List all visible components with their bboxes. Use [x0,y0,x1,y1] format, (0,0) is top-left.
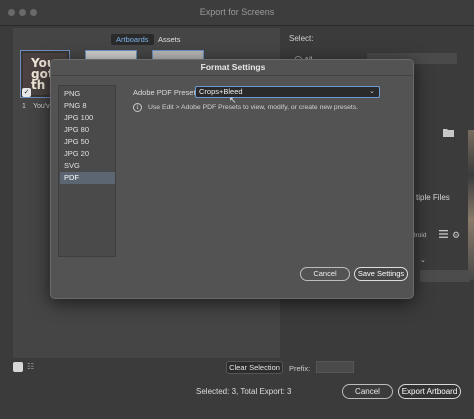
clear-selection-button[interactable]: Clear Selection [226,361,283,374]
info-icon: i [133,103,142,112]
android-label: droid [412,232,427,239]
select-label: Select: [289,34,314,43]
format-item-png8[interactable]: PNG 8 [60,100,115,112]
pdf-preset-label: Adobe PDF Preset: [133,88,198,97]
chevron-down-icon: ⌄ [369,88,375,95]
tab-artboards[interactable]: Artboards [111,34,154,45]
cancel-button[interactable]: Cancel [342,384,393,399]
format-item-pdf[interactable]: PDF [60,172,115,184]
chevron-down-icon[interactable]: ⌄ [420,256,438,267]
prefix-label: Prefix: [289,364,311,373]
prefix-input[interactable] [316,361,354,373]
preset-info-text: Use Edit > Adobe PDF Presets to view, mo… [148,104,359,111]
dialog-divider [51,75,413,76]
format-item-jpg20[interactable]: JPG 20 [60,148,115,160]
background-artwork [468,130,474,280]
export-summary: Selected: 3, Total Export: 3 [196,387,292,396]
folder-icon[interactable] [443,128,454,137]
format-item-jpg100[interactable]: JPG 100 [60,112,115,124]
tab-assets[interactable]: Assets [153,34,186,45]
artboard-checkbox[interactable]: ✓ [22,88,31,97]
save-settings-button[interactable]: Save Settings [354,267,408,281]
multiple-files-label: tiple Files [416,193,450,202]
artboard-number: 1 [22,103,26,110]
list-view-icon[interactable]: ☷ [27,362,37,372]
dialog-cancel-button[interactable]: Cancel [300,267,350,281]
format-list: PNG PNG 8 JPG 100 JPG 80 JPG 50 JPG 20 S… [58,85,116,257]
format-item-svg[interactable]: SVG [60,160,115,172]
gear-icon[interactable]: ⚙ [452,230,460,241]
title-bar: Export for Screens [0,0,474,26]
format-item-jpg50[interactable]: JPG 50 [60,136,115,148]
list-icon[interactable] [439,230,448,238]
format-settings-dialog: Format Settings PNG PNG 8 JPG 100 JPG 80… [50,59,414,299]
export-artboard-button[interactable]: Export Artboard [398,384,461,399]
suffix-field[interactable] [420,270,470,282]
format-item-jpg80[interactable]: JPG 80 [60,124,115,136]
export-window: Export for Screens Artboards Assets You … [0,0,474,419]
pdf-preset-select[interactable]: Crops+Bleed ⌄ [195,86,380,98]
window-title: Export for Screens [199,7,275,17]
grid-view-icon[interactable] [13,362,23,372]
dialog-title: Format Settings [200,62,266,72]
format-item-png[interactable]: PNG [60,88,115,100]
